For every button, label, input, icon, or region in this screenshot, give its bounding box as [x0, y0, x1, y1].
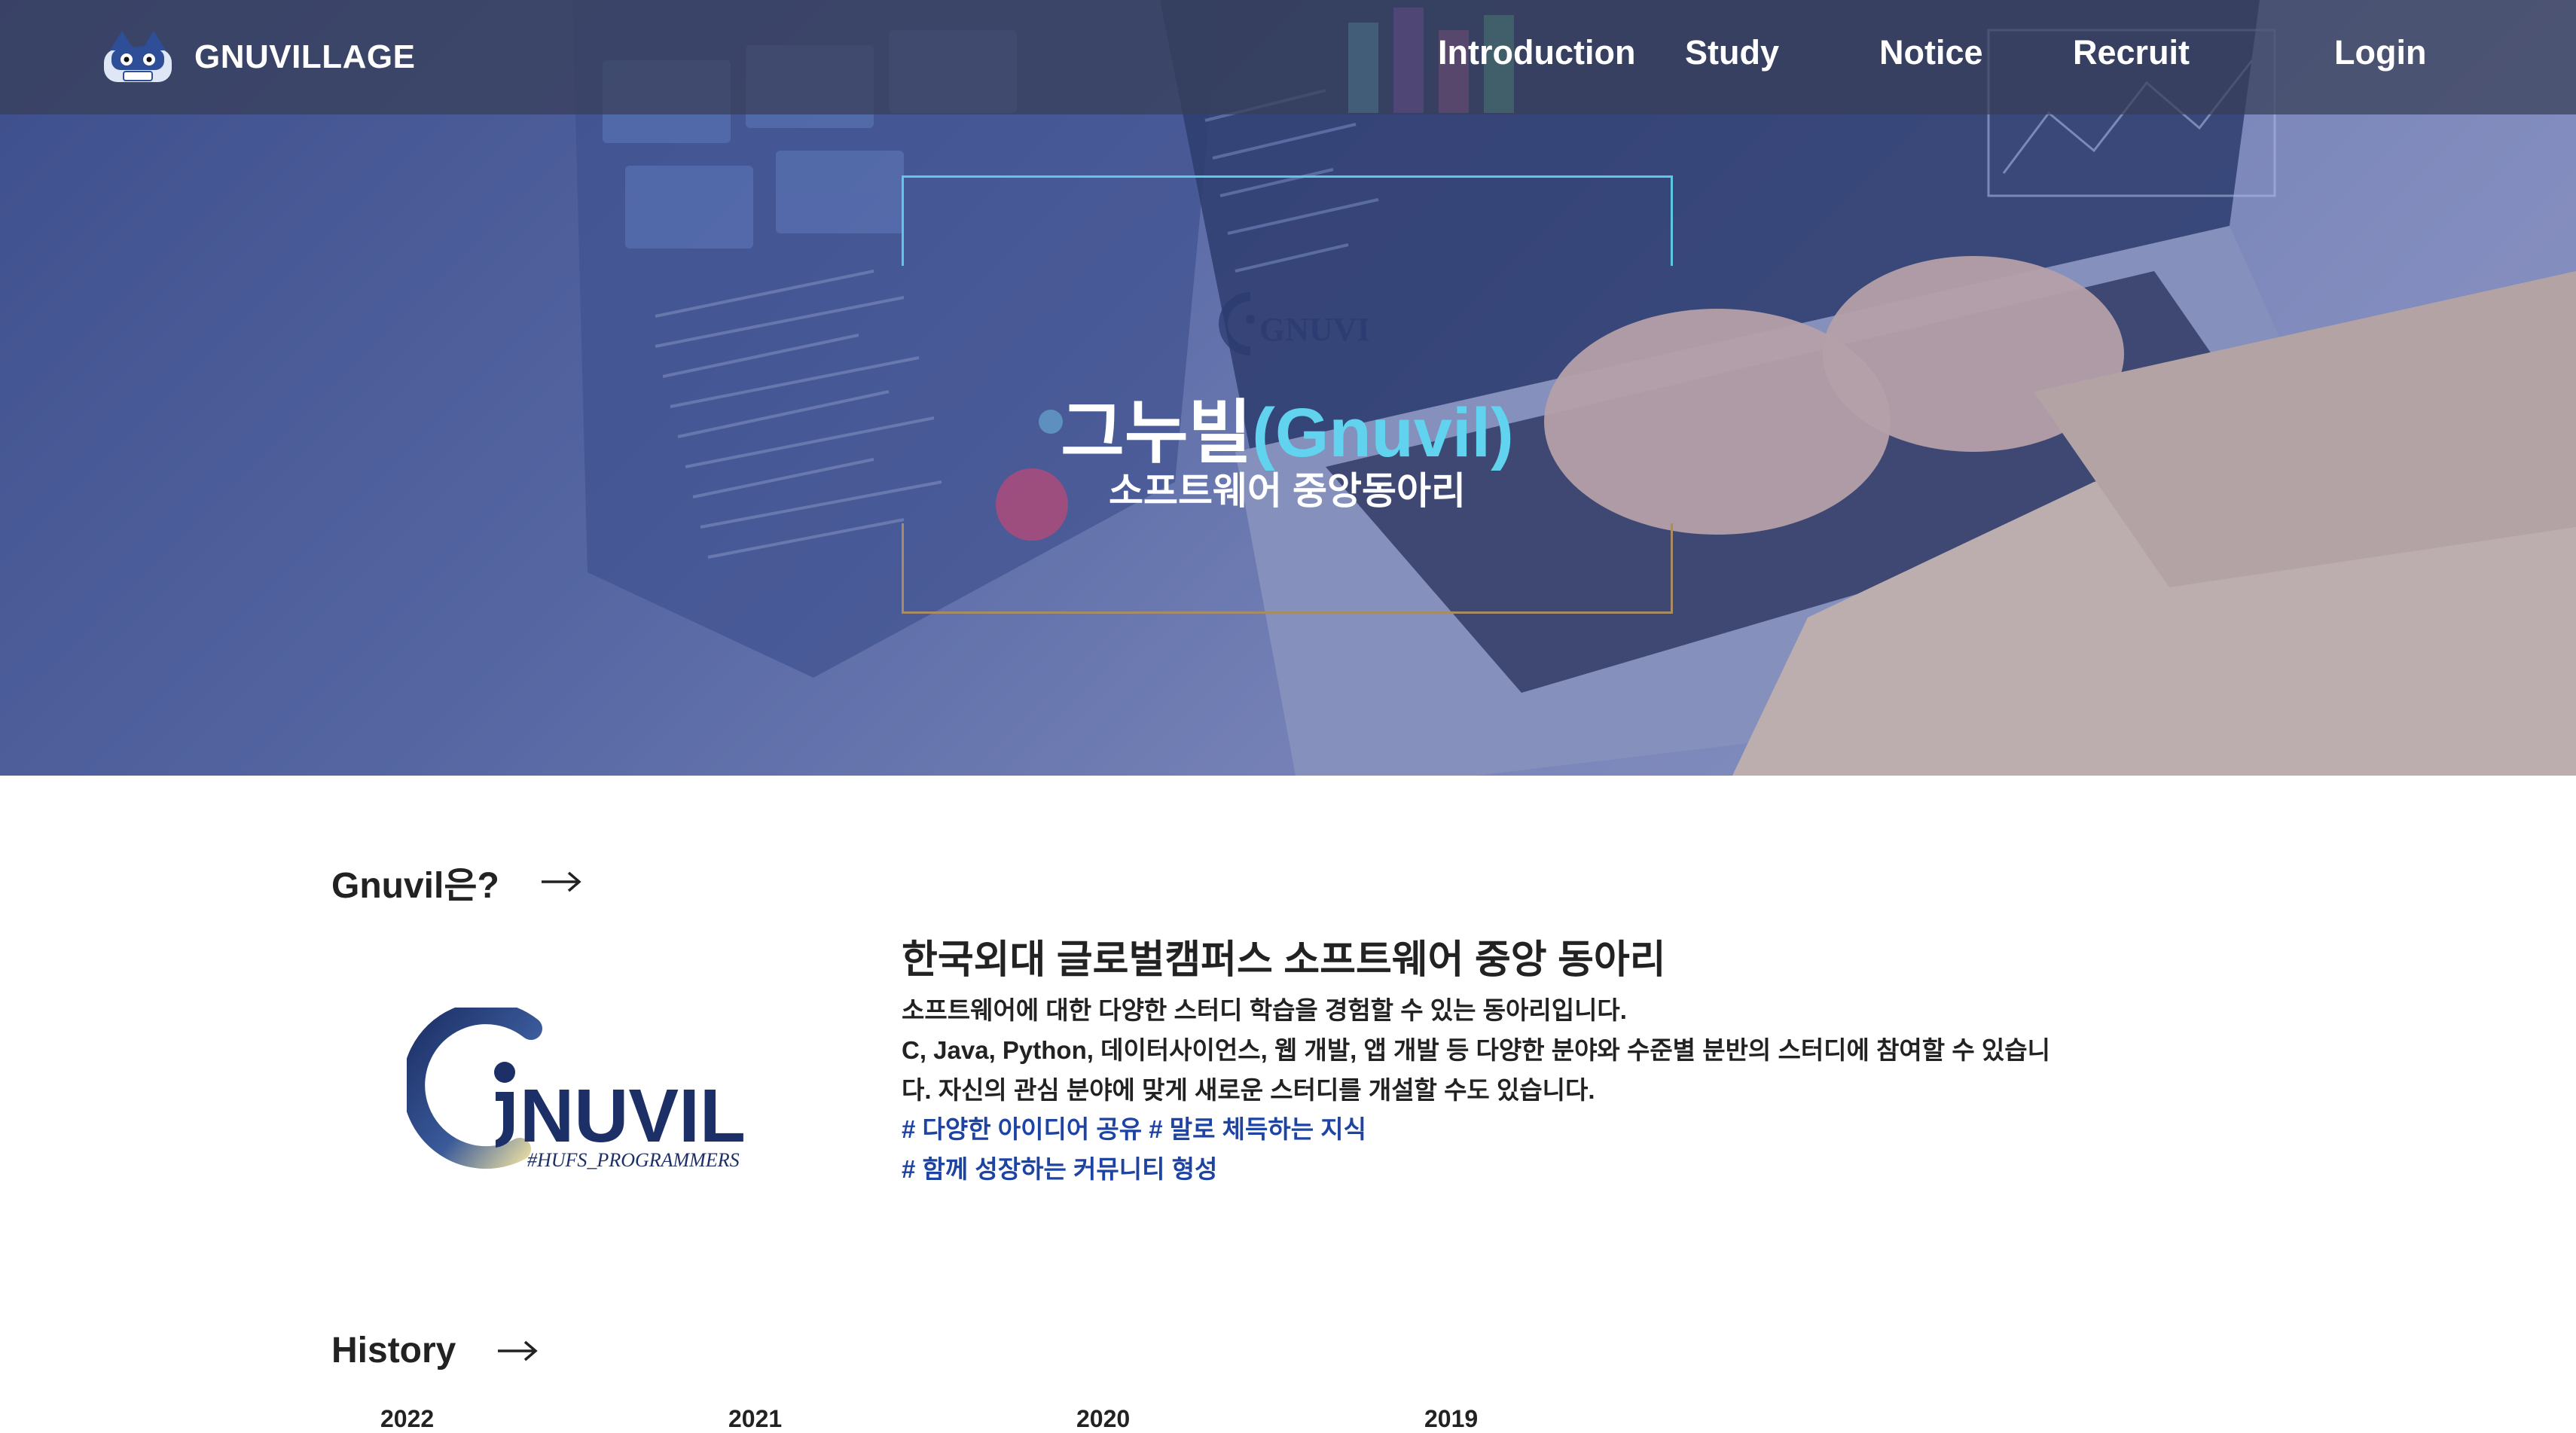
nav-study[interactable]: Study	[1685, 33, 1779, 72]
hashtag-line: # 다양한 아이디어 공유 # 말로 체득하는 지식	[902, 1115, 1367, 1143]
hero-title-english: (Gnuvil)	[1252, 395, 1514, 471]
nav-login[interactable]: Login	[2334, 33, 2426, 72]
brand-link[interactable]: GNUVILLAGE	[101, 23, 415, 92]
gnuvillage-mascot-icon	[104, 31, 172, 82]
history-year[interactable]: 2020	[1076, 1405, 1130, 1433]
history-year[interactable]: 2022	[380, 1405, 434, 1433]
history-heading: History	[331, 1330, 539, 1371]
hashtag-line: # 함께 성장하는 커뮤니티 형성	[902, 1155, 1218, 1183]
gnuvil-logo: NUVIL #HUFS_PROGRAMMERS	[407, 1008, 746, 1171]
about-description: 소프트웨어에 대한 다양한 스터디 학습을 경험할 수 있는 동아리입니다. C…	[902, 990, 2054, 1110]
hero-title-korean: 그누빌	[1061, 395, 1253, 471]
about-hashtags: # 다양한 아이디어 공유 # 말로 체득하는 지식 # 함께 성장하는 커뮤니…	[902, 1109, 1366, 1189]
gnuvil-emblem-icon: GNUVIL	[1219, 292, 1371, 355]
hero-frame-bottom	[902, 523, 1673, 614]
hero-banner: GNUVIL 그누빌(Gnuvil) 소프트웨어 중앙동아리	[0, 0, 2576, 776]
history-year[interactable]: 2021	[728, 1405, 782, 1433]
arrow-right-icon[interactable]	[540, 870, 582, 893]
nav-introduction[interactable]: Introduction	[1438, 33, 1635, 72]
svg-text:NUVIL: NUVIL	[520, 1074, 746, 1158]
hero-subtitle: 소프트웨어 중앙동아리	[1109, 470, 1466, 512]
hero-frame-top	[902, 175, 1673, 266]
about-line: C, Java, Python, 데이터사이언스, 웹 개발, 앱 개발 등 다…	[902, 1036, 2050, 1064]
about-heading-text: Gnuvil은?	[331, 866, 499, 906]
about-title: 한국외대 글로벌캠퍼스 소프트웨어 중앙 동아리	[902, 938, 1666, 982]
history-heading-text: History	[331, 1331, 456, 1370]
top-navbar: GNUVILLAGE Introduction Study Notice Rec…	[0, 0, 2576, 114]
about-heading: Gnuvil은?	[331, 855, 582, 908]
svg-text:GNUVIL: GNUVIL	[1259, 311, 1371, 348]
nav-recruit[interactable]: Recruit	[2073, 33, 2190, 72]
about-line: 다. 자신의 관심 분야에 맞게 새로운 스터디를 개설할 수도 있습니다.	[902, 1076, 1595, 1104]
nav-notice[interactable]: Notice	[1879, 33, 1983, 72]
svg-text:#HUFS_PROGRAMMERS: #HUFS_PROGRAMMERS	[527, 1149, 740, 1171]
history-year[interactable]: 2019	[1424, 1405, 1478, 1433]
arrow-right-icon[interactable]	[496, 1340, 539, 1362]
brand-name: GNUVILLAGE	[194, 38, 416, 75]
about-line: 소프트웨어에 대한 다양한 스터디 학습을 경험할 수 있는 동아리입니다.	[902, 996, 1627, 1024]
